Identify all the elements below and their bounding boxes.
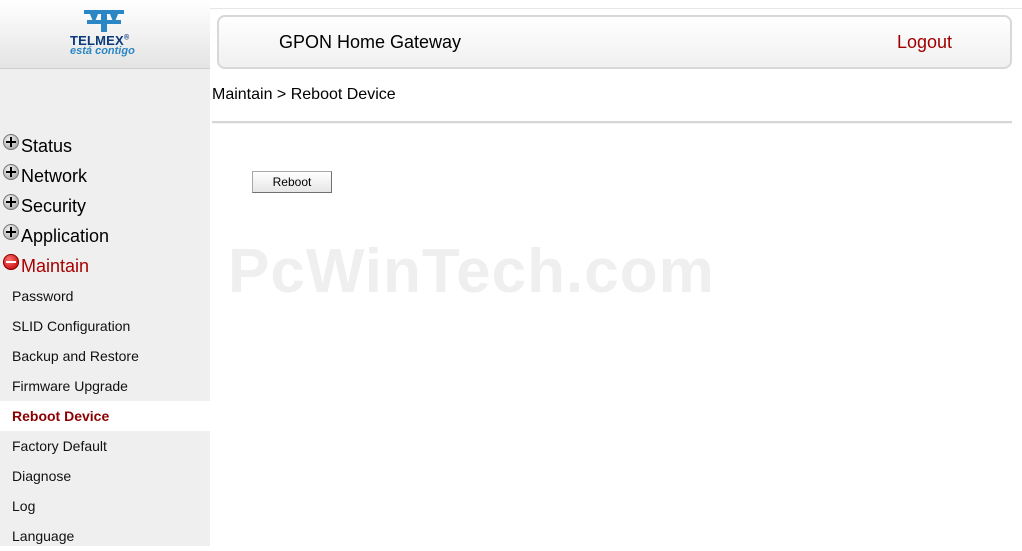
menu-application[interactable]: Application (3, 224, 109, 248)
submenu-slid-configuration[interactable]: SLID Configuration (0, 311, 210, 341)
submenu-password[interactable]: Password (0, 281, 210, 311)
top-divider (210, 8, 1022, 9)
plus-icon (3, 224, 19, 240)
menu-security[interactable]: Security (3, 194, 86, 218)
submenu-reboot-device[interactable]: Reboot Device (0, 401, 210, 431)
menu-label: Status (21, 135, 73, 156)
menu-network[interactable]: Network (3, 164, 87, 188)
submenu-backup-restore[interactable]: Backup and Restore (0, 341, 210, 371)
sidebar: TELMEX® está contigo Status Network Secu… (0, 0, 210, 546)
submenu-firmware-upgrade[interactable]: Firmware Upgrade (0, 371, 210, 401)
breadcrumb: Maintain > Reboot Device (212, 86, 396, 103)
minus-icon (3, 254, 19, 270)
menu-label: Network (21, 165, 88, 186)
submenu-factory-default[interactable]: Factory Default (0, 431, 210, 461)
submenu-language[interactable]: Language (0, 521, 210, 551)
plus-icon (3, 194, 19, 210)
menu-label: Security (21, 195, 87, 216)
submenu-log[interactable]: Log (0, 491, 210, 521)
logout-link[interactable]: Logout (897, 32, 952, 53)
logo: TELMEX® está contigo (0, 0, 210, 69)
telmex-logo-icon (84, 10, 124, 32)
plus-icon (3, 164, 19, 180)
menu-label: Maintain (21, 255, 90, 276)
header-bar: GPON Home Gateway Logout (217, 15, 1012, 69)
menu-status[interactable]: Status (3, 134, 72, 158)
breadcrumb-divider (212, 121, 1012, 124)
watermark: PcWinTech.com (228, 237, 715, 306)
plus-icon (3, 134, 19, 150)
menu-label: Application (21, 225, 110, 246)
submenu-diagnose[interactable]: Diagnose (0, 461, 210, 491)
reboot-button[interactable]: Reboot (252, 171, 332, 193)
menu-maintain[interactable]: Maintain (3, 254, 89, 278)
page-title: GPON Home Gateway (279, 32, 462, 52)
brand-tagline: está contigo (70, 45, 135, 57)
